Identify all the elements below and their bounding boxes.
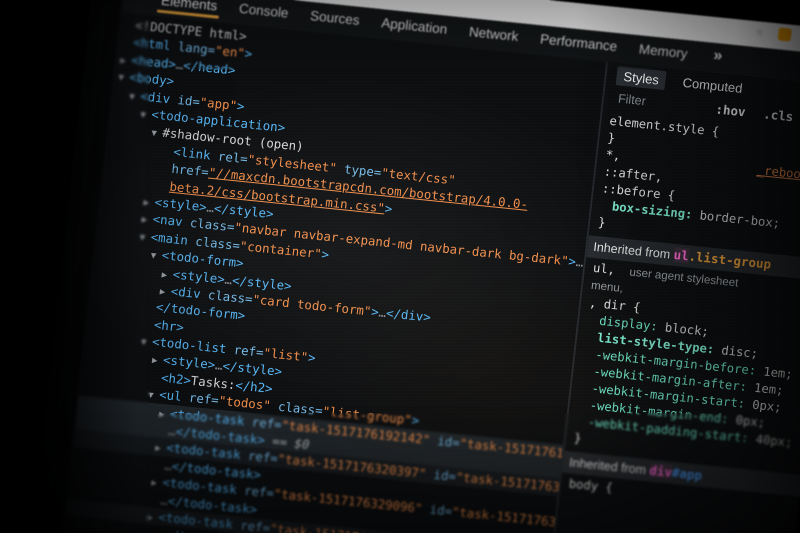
- extension-lock-icon[interactable]: [777, 27, 793, 42]
- inherited-label: Inherited from: [592, 239, 675, 262]
- code-token-attr: id=: [429, 431, 461, 450]
- dom-tree: <!DOCTYPE html><html lang="en"><head>…</…: [56, 15, 607, 533]
- no-triangle-icon: [122, 45, 133, 46]
- css-property-value: 1em;: [746, 380, 785, 398]
- css-property-value: 0px;: [727, 412, 766, 430]
- devtools-panes: <!DOCTYPE html><html lang="en"><head>…</…: [56, 12, 800, 533]
- code-token-tag: <div: [139, 87, 179, 107]
- browser-chrome-icons: ☆: [752, 24, 800, 48]
- tab-application[interactable]: Application: [380, 15, 448, 41]
- code-token-tag: <nav: [151, 211, 191, 231]
- code-token-attr: id=: [421, 501, 453, 519]
- code-token-attr: ref=: [243, 482, 275, 501]
- styles-tab-styles[interactable]: Styles: [615, 66, 667, 91]
- code-token-attr: ref=: [188, 389, 220, 408]
- cls-button[interactable]: .cls: [763, 106, 795, 124]
- tab-network[interactable]: Network: [468, 24, 519, 48]
- inherited-tag-name-2[interactable]: div: [648, 462, 673, 480]
- code-token-attr: ref=: [232, 342, 265, 360]
- code-token-val: "app": [199, 93, 238, 113]
- hov-button[interactable]: :hov: [715, 101, 747, 119]
- code-token-attr: type=: [335, 160, 383, 180]
- code-token-attr: href=: [170, 160, 210, 180]
- code-token-tag: >: [320, 246, 330, 262]
- code-token-tag: >: [236, 97, 246, 114]
- css-property-value: 40px;: [747, 431, 794, 450]
- css-property-value: disc;: [713, 342, 759, 361]
- code-token-val: "en": [214, 42, 246, 61]
- code-token-attr: id=: [176, 91, 201, 109]
- code-token-tag: <ul: [158, 386, 190, 405]
- inherited-class-name[interactable]: .list-group: [688, 248, 772, 271]
- no-triangle-icon: [153, 468, 164, 469]
- css-property-value: 0px;: [744, 396, 783, 415]
- code-token-attr: id=: [425, 466, 457, 485]
- tab-console[interactable]: Console: [238, 0, 289, 24]
- code-token-tag: >: [410, 412, 420, 429]
- code-token-tag: </h2>: [234, 377, 274, 396]
- no-triangle-icon: [124, 28, 135, 29]
- code-token-attr: ref=: [239, 517, 271, 533]
- inherited-id-name[interactable]: #app: [671, 465, 703, 483]
- code-token-attr: rel=: [217, 148, 249, 167]
- monitor-screen: ☆ Elements Console Sources Application Netwo…: [24, 0, 800, 533]
- inherited-label-2: Inherited from: [568, 455, 651, 478]
- no-triangle-icon: [150, 380, 161, 381]
- tab-memory[interactable]: Memory: [638, 41, 688, 65]
- photo-stage: ☆ Elements Console Sources Application Netwo…: [0, 0, 800, 533]
- tab-overflow-chevron-icon[interactable]: »: [712, 47, 724, 70]
- code-token-tag: <div: [170, 283, 209, 302]
- no-triangle-icon: [145, 310, 156, 311]
- css-property-value: 1em;: [755, 363, 794, 382]
- tab-elements[interactable]: Elements: [160, 0, 218, 17]
- code-token-tag: >: [384, 200, 394, 216]
- code-token-tag: >: [307, 349, 317, 366]
- styles-rules-list: element.style {} *, _reboot.scss::after,::…: [562, 113, 800, 517]
- no-triangle-icon: [143, 327, 154, 328]
- code-token-tag: >: [243, 45, 254, 62]
- filter-input[interactable]: Filter: [617, 92, 646, 109]
- no-triangle-icon: [149, 503, 160, 504]
- tab-performance[interactable]: Performance: [539, 31, 618, 58]
- code-token-tag: <hr>: [153, 316, 185, 335]
- devtools-window: ☆ Elements Console Sources Application Netwo…: [56, 0, 800, 533]
- styles-tab-computed[interactable]: Computed: [675, 72, 751, 98]
- code-token-tag: <h2>: [160, 369, 192, 388]
- no-triangle-icon: [157, 434, 168, 435]
- code-token-attr: ref=: [247, 448, 279, 467]
- star-icon[interactable]: ☆: [752, 24, 769, 40]
- code-token-attr: ref=: [251, 413, 283, 432]
- code-token-attr: lang=: [177, 39, 216, 58]
- elements-dom-pane: <!DOCTYPE html><html lang="en"><head>…</…: [56, 12, 607, 533]
- code-token-tag: <link: [172, 143, 219, 164]
- tab-sources[interactable]: Sources: [309, 8, 361, 32]
